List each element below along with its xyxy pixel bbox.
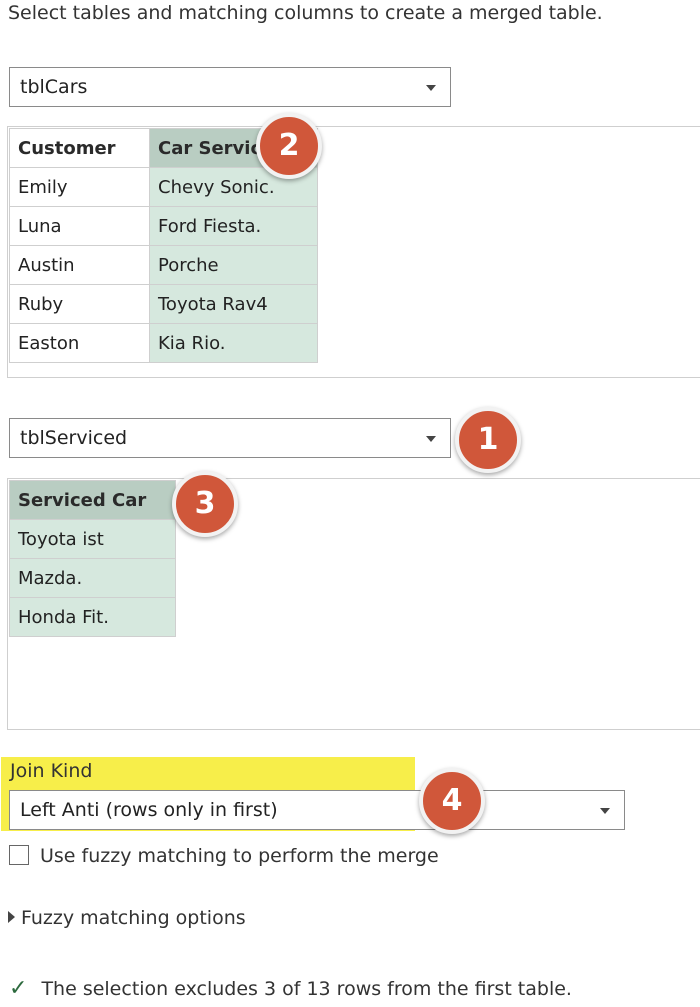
checkmark-icon: ✓ <box>9 976 28 1001</box>
table-row: Honda Fit. <box>9 597 176 637</box>
table-header-row: Serviced Car <box>9 480 176 520</box>
table-cell: Luna <box>9 206 150 246</box>
second-table-grid: Serviced Car Toyota ist Mazda. Honda Fit… <box>9 480 176 637</box>
table-cell: Emily <box>9 167 150 207</box>
first-table-preview: Customer Car Servic Emily Chevy Sonic. L… <box>7 126 700 378</box>
column-header-customer[interactable]: Customer <box>9 128 150 168</box>
fuzzy-matching-label: Use fuzzy matching to perform the merge <box>40 845 439 867</box>
table-row: Austin Porche <box>9 245 318 285</box>
instruction-text: Select tables and matching columns to cr… <box>8 2 603 24</box>
table-cell: Porche <box>149 245 318 285</box>
table-cell: Kia Rio. <box>149 323 318 363</box>
table-row: Mazda. <box>9 558 176 598</box>
second-table-selected: tblServiced <box>20 427 128 449</box>
status-text: The selection excludes 3 of 13 rows from… <box>41 978 572 1000</box>
table-row: Toyota ist <box>9 519 176 559</box>
column-header-serviced-car[interactable]: Serviced Car <box>9 480 176 520</box>
callout-badge-4: 4 <box>419 768 485 834</box>
first-table-selected: tblCars <box>20 76 88 98</box>
callout-badge-1: 1 <box>455 407 521 473</box>
callout-badge-3: 3 <box>172 471 238 537</box>
table-row: Luna Ford Fiesta. <box>9 206 318 246</box>
fuzzy-options-label: Fuzzy matching options <box>21 907 246 929</box>
chevron-down-icon <box>426 85 436 91</box>
table-cell: Toyota Rav4 <box>149 284 318 324</box>
table-cell: Toyota ist <box>9 519 176 559</box>
first-table-dropdown[interactable]: tblCars <box>9 67 451 107</box>
chevron-down-icon <box>426 436 436 442</box>
table-cell: Ruby <box>9 284 150 324</box>
expand-triangle-icon <box>8 911 15 923</box>
status-message: ✓ The selection excludes 3 of 13 rows fro… <box>9 976 572 1001</box>
second-table-preview: Serviced Car Toyota ist Mazda. Honda Fit… <box>7 478 700 730</box>
fuzzy-matching-checkbox[interactable] <box>9 845 29 865</box>
fuzzy-options-expander[interactable]: Fuzzy matching options <box>8 907 246 929</box>
table-row: Ruby Toyota Rav4 <box>9 284 318 324</box>
join-kind-selected: Left Anti (rows only in first) <box>20 799 278 821</box>
table-cell: Honda Fit. <box>9 597 176 637</box>
second-table-dropdown[interactable]: tblServiced <box>9 418 451 458</box>
merge-dialog: Select tables and matching columns to cr… <box>0 0 700 1007</box>
join-kind-dropdown[interactable]: Left Anti (rows only in first) <box>9 790 625 830</box>
table-cell: Austin <box>9 245 150 285</box>
callout-badge-2: 2 <box>256 113 322 179</box>
fuzzy-matching-checkbox-row[interactable]: Use fuzzy matching to perform the merge <box>9 845 439 867</box>
table-cell: Ford Fiesta. <box>149 206 318 246</box>
table-cell: Mazda. <box>9 558 176 598</box>
join-kind-label: Join Kind <box>10 760 93 782</box>
table-cell: Easton <box>9 323 150 363</box>
table-row: Easton Kia Rio. <box>9 323 318 363</box>
chevron-down-icon <box>600 808 610 814</box>
